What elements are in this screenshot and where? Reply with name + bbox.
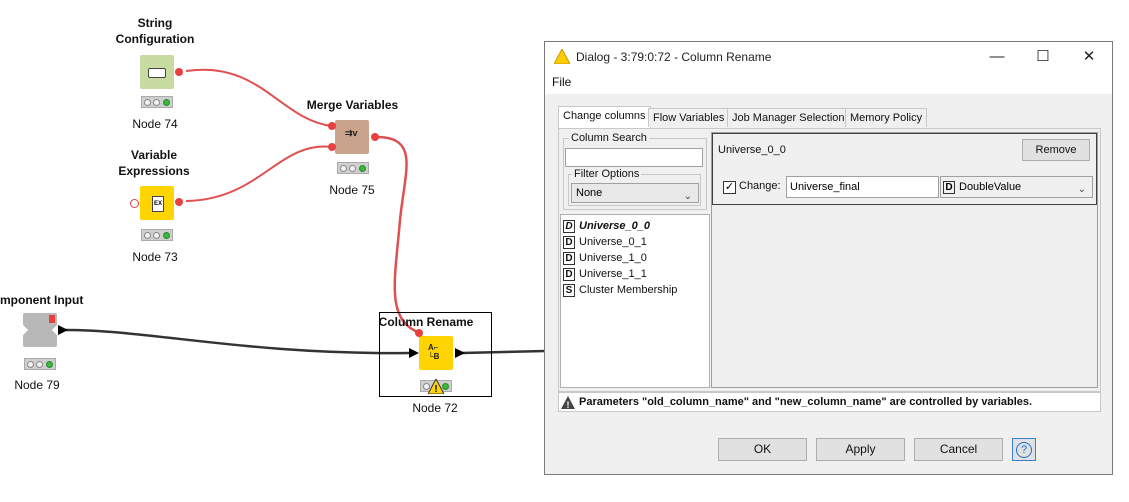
node-74-label[interactable]: Node 74 bbox=[120, 117, 190, 131]
warning-triangle-icon: ! bbox=[561, 396, 575, 409]
column-rename-dialog: Dialog - 3:79:0:72 - Column Rename — ☐ ✕… bbox=[544, 41, 1113, 475]
node-79-title: mponent Input bbox=[0, 293, 84, 307]
node-73-output-port[interactable] bbox=[175, 198, 183, 206]
rename-card: Universe_0_0 Remove ✓ Change: Universe_f… bbox=[712, 133, 1097, 205]
node-72-input-port[interactable] bbox=[409, 348, 419, 358]
node-72-output-port[interactable] bbox=[455, 348, 465, 358]
maximize-button[interactable]: ☐ bbox=[1020, 42, 1066, 72]
filter-options-value: None bbox=[576, 187, 603, 199]
double-type-icon: D bbox=[563, 251, 575, 265]
node-73-label[interactable]: Node 73 bbox=[120, 250, 190, 264]
warning-icon: ! bbox=[428, 379, 444, 394]
ok-button[interactable]: OK bbox=[718, 438, 807, 461]
column-search-label: Column Search bbox=[569, 132, 649, 144]
node-72-title: Column Rename bbox=[378, 315, 474, 329]
column-rename-icon[interactable]: A⌐ └B bbox=[419, 336, 453, 370]
chevron-down-icon: ⌄ bbox=[1077, 184, 1086, 195]
svg-text:!: ! bbox=[567, 400, 570, 409]
minimize-button[interactable]: — bbox=[974, 42, 1020, 72]
status-bar: ! Parameters "old_column_name" and "new_… bbox=[558, 392, 1101, 412]
variable-connection-73-75[interactable] bbox=[185, 145, 333, 202]
node-74-output-port[interactable] bbox=[175, 68, 183, 76]
node-75-output-port[interactable] bbox=[371, 133, 379, 141]
close-button[interactable]: ✕ bbox=[1066, 42, 1112, 72]
type-select[interactable]: D DoubleValue ⌄ bbox=[940, 176, 1093, 198]
tab-change-columns[interactable]: Change columns bbox=[558, 106, 651, 128]
double-type-icon: D bbox=[563, 219, 575, 233]
rename-column-name: Universe_0_0 bbox=[718, 144, 786, 156]
variable-connection-75-72[interactable] bbox=[375, 135, 421, 335]
menu-bar: File bbox=[545, 72, 1112, 94]
node-79-flag bbox=[49, 315, 55, 323]
new-column-name-value: Universe_final bbox=[790, 181, 860, 193]
tab-memory-policy[interactable]: Memory Policy bbox=[845, 108, 928, 127]
node-73-input-port[interactable] bbox=[130, 199, 139, 208]
list-item[interactable]: S Cluster Membership bbox=[563, 282, 677, 298]
warning-triangle-icon bbox=[554, 49, 570, 64]
tab-job-manager-selection[interactable]: Job Manager Selection bbox=[727, 108, 850, 127]
node-79-label[interactable]: Node 79 bbox=[2, 378, 72, 392]
chevron-down-icon: ⌄ bbox=[683, 191, 692, 202]
node-74-status-light bbox=[141, 96, 173, 108]
filter-options-label: Filter Options bbox=[572, 168, 642, 180]
node-79-status-light bbox=[24, 358, 56, 370]
filter-options-select[interactable]: None ⌄ bbox=[571, 183, 699, 203]
new-column-name-input[interactable]: Universe_final bbox=[786, 176, 939, 198]
cancel-button[interactable]: Cancel bbox=[914, 438, 1003, 461]
node-75-input-port-1[interactable] bbox=[328, 122, 336, 130]
double-type-icon: D bbox=[943, 180, 955, 194]
list-item[interactable]: D Universe_0_0 bbox=[563, 218, 650, 234]
node-72-variable-port[interactable] bbox=[415, 329, 423, 337]
change-label: Change: bbox=[739, 180, 781, 192]
node-75-input-port-2[interactable] bbox=[328, 143, 336, 151]
node-73-title: Variable Expressions bbox=[118, 148, 190, 178]
remove-button[interactable]: Remove bbox=[1022, 139, 1090, 161]
string-type-icon: S bbox=[563, 283, 575, 297]
list-item[interactable]: D Universe_1_0 bbox=[563, 250, 647, 266]
node-72-label[interactable]: Node 72 bbox=[400, 401, 470, 415]
column-search-input[interactable] bbox=[565, 148, 703, 167]
status-message: Parameters "old_column_name" and "new_co… bbox=[579, 396, 1033, 408]
list-item[interactable]: D Universe_1_1 bbox=[563, 266, 647, 282]
tab-flow-variables[interactable]: Flow Variables bbox=[648, 108, 730, 127]
dialog-titlebar[interactable]: Dialog - 3:79:0:72 - Column Rename — ☐ ✕ bbox=[545, 42, 1112, 72]
menu-file[interactable]: File bbox=[552, 75, 571, 89]
node-75-label[interactable]: Node 75 bbox=[317, 183, 387, 197]
help-button[interactable]: ? bbox=[1012, 438, 1036, 461]
expression-icon[interactable]: EX bbox=[140, 186, 174, 220]
column-list[interactable]: D Universe_0_0 D Universe_0_1 D Universe_1_… bbox=[560, 214, 710, 388]
data-connection-79-72[interactable] bbox=[65, 328, 411, 355]
double-type-icon: D bbox=[563, 235, 575, 249]
apply-button[interactable]: Apply bbox=[816, 438, 905, 461]
node-74-title: String Configuration bbox=[115, 16, 195, 46]
node-75-title: Merge Variables bbox=[306, 98, 399, 112]
help-icon: ? bbox=[1016, 442, 1032, 458]
double-type-icon: D bbox=[563, 267, 575, 281]
merge-variables-icon[interactable]: ⇉v bbox=[335, 120, 369, 154]
change-checkbox[interactable]: ✓ bbox=[723, 181, 736, 194]
node-73-status-light bbox=[141, 229, 173, 241]
type-select-value: DoubleValue bbox=[959, 181, 1022, 193]
node-75-status-light bbox=[337, 162, 369, 174]
dialog-title: Dialog - 3:79:0:72 - Column Rename bbox=[576, 50, 772, 64]
list-item[interactable]: D Universe_0_1 bbox=[563, 234, 647, 250]
string-config-icon[interactable] bbox=[140, 55, 174, 89]
svg-text:!: ! bbox=[434, 384, 437, 394]
node-79-output-port[interactable] bbox=[58, 325, 68, 335]
